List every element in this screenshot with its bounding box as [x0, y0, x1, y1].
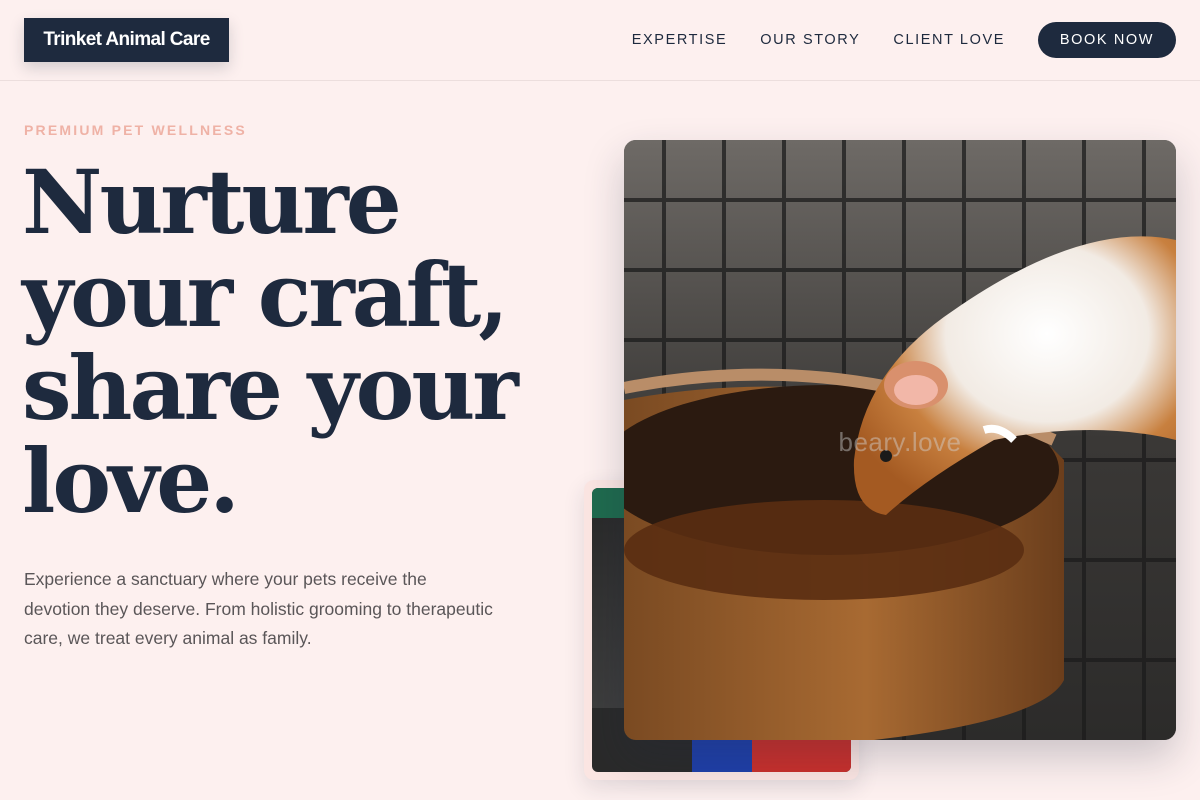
main-pet-photo: beary.love	[624, 140, 1176, 740]
book-now-button[interactable]: BOOK NOW	[1038, 22, 1176, 58]
headline-line: Nurture	[22, 150, 402, 254]
nav-link-expertise[interactable]: EXPERTISE	[632, 32, 728, 48]
hero-eyebrow: PREMIUM PET WELLNESS	[24, 122, 247, 138]
photo-blue-shape	[692, 738, 752, 772]
hero-description: Experience a sanctuary where your pets r…	[24, 569, 493, 648]
nav-link-client-love[interactable]: CLIENT LOVE	[893, 32, 1005, 48]
headline-line: share your	[22, 336, 519, 440]
hero-headline: Nurture your craft, share your love.	[22, 156, 582, 528]
main-nav: EXPERTISE OUR STORY CLIENT LOVE BOOK NOW	[632, 22, 1176, 58]
image-watermark: beary.love	[838, 427, 962, 457]
headline-line: your craft,	[22, 243, 509, 347]
brand-logo[interactable]: Trinket Animal Care	[24, 18, 229, 62]
nav-link-our-story[interactable]: OUR STORY	[760, 32, 860, 48]
headline-line: love.	[22, 429, 240, 533]
site-header: Trinket Animal Care EXPERTISE OUR STORY …	[0, 0, 1200, 81]
